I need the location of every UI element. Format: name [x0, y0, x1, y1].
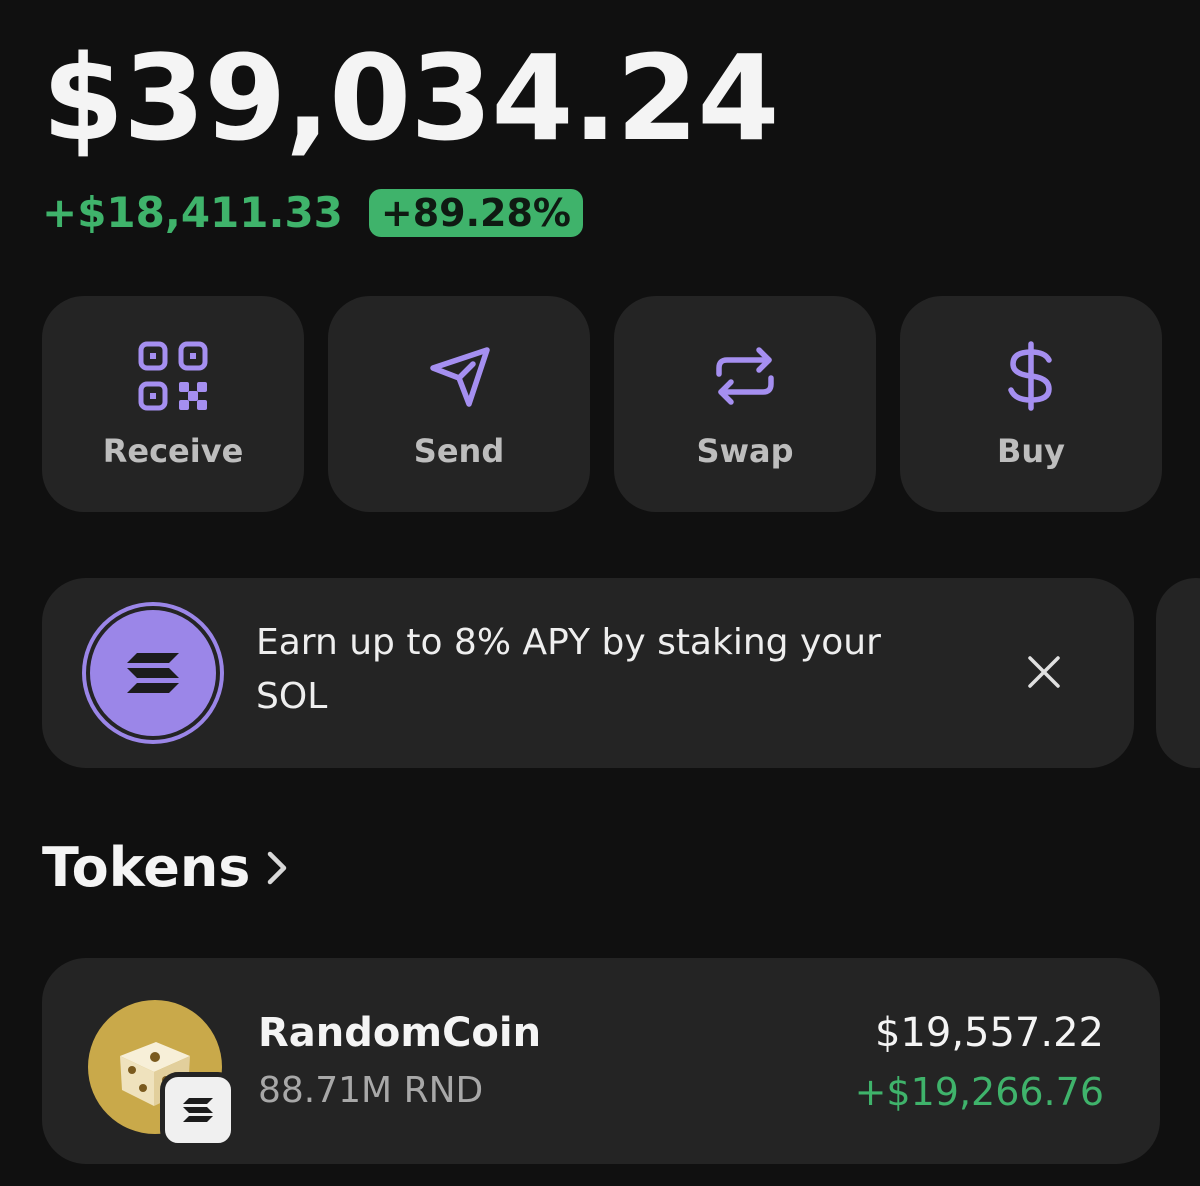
dollar-icon — [1008, 341, 1052, 411]
buy-button[interactable]: Buy — [900, 296, 1162, 512]
balance-change-row: +$18,411.33 +89.28% — [42, 188, 584, 237]
next-promo-card[interactable] — [1156, 578, 1200, 768]
send-icon — [430, 347, 490, 407]
token-name: RandomCoin — [258, 1010, 542, 1056]
receive-button[interactable]: Receive — [42, 296, 304, 512]
token-amount: 88.71M RND — [258, 1070, 484, 1111]
send-button[interactable]: Send — [328, 296, 590, 512]
token-value: $19,557.22 — [874, 1010, 1104, 1056]
token-change: +$19,266.76 — [854, 1070, 1104, 1114]
solana-icon — [183, 1098, 213, 1122]
balance-change-amount: +$18,411.33 — [42, 188, 343, 237]
swap-icon — [716, 347, 774, 405]
send-label: Send — [413, 432, 505, 470]
qr-code-icon — [138, 341, 208, 411]
receive-label: Receive — [102, 432, 244, 470]
staking-promo-card[interactable]: Earn up to 8% APY by staking your SOL — [42, 578, 1134, 768]
solana-chain-badge — [160, 1072, 236, 1148]
action-buttons: Receive Send Swap Buy — [42, 296, 1162, 512]
token-row[interactable]: RandomCoin 88.71M RND $19,557.22 +$19,26… — [42, 958, 1160, 1164]
chevron-right-icon — [268, 851, 287, 884]
close-icon[interactable] — [1024, 652, 1064, 692]
swap-label: Swap — [696, 432, 794, 470]
solana-icon — [86, 606, 220, 740]
tokens-title: Tokens — [42, 836, 251, 899]
portfolio-balance: $39,034.24 — [42, 29, 779, 167]
buy-label: Buy — [996, 432, 1066, 470]
tokens-section-header[interactable]: Tokens — [42, 836, 290, 899]
balance-change-percent-badge: +89.28% — [368, 188, 584, 237]
promo-text: Earn up to 8% APY by staking your SOL — [256, 622, 881, 717]
swap-button[interactable]: Swap — [614, 296, 876, 512]
